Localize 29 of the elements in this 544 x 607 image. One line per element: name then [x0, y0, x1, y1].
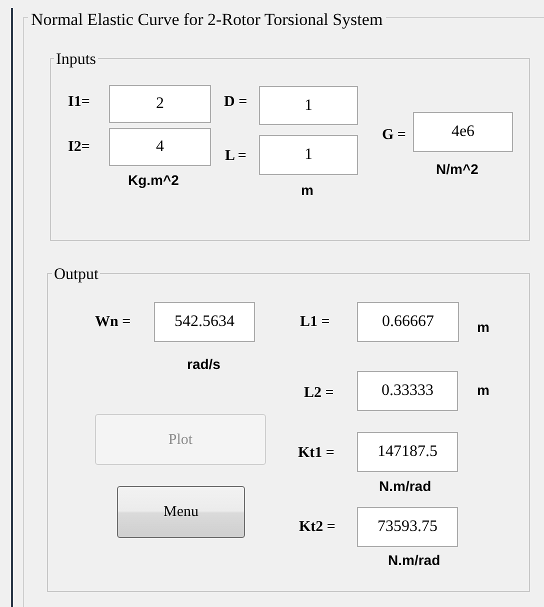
unit-label: N/m^2	[436, 160, 478, 179]
input-field[interactable]: 0.33333	[357, 371, 458, 411]
input-field[interactable]: 73593.75	[357, 507, 458, 547]
field-label: L2 =	[304, 384, 334, 403]
field-label: Kt1 =	[298, 444, 334, 463]
unit-label: N.m/rad	[379, 477, 432, 496]
field-label: L =	[225, 147, 246, 166]
unit-label: Kg.m^2	[128, 171, 179, 190]
input-field[interactable]: 0.66667	[357, 302, 459, 342]
unit-label: m	[477, 381, 490, 400]
field-label: D =	[224, 93, 248, 112]
input-field[interactable]: 1	[259, 86, 358, 125]
field-label: L1 =	[300, 313, 330, 332]
field-label: I1=	[68, 93, 90, 112]
input-field[interactable]: 4	[109, 128, 211, 166]
unit-label: rad/s	[187, 355, 220, 374]
unit-label: m	[477, 318, 490, 337]
field-label: G =	[382, 126, 406, 145]
unit-label: N.m/rad	[388, 551, 440, 570]
field-label: I2=	[68, 138, 90, 157]
field-label: Wn =	[95, 313, 131, 332]
menu-button[interactable]: Menu	[117, 486, 245, 538]
input-field[interactable]: 542.5634	[154, 302, 255, 342]
input-field[interactable]: 2	[109, 85, 211, 123]
unit-label: m	[301, 181, 314, 200]
input-field[interactable]: 4e6	[413, 112, 513, 152]
field-label: Kt2 =	[299, 518, 336, 537]
input-field[interactable]: 1	[259, 135, 358, 175]
input-field[interactable]: 147187.5	[357, 432, 458, 472]
